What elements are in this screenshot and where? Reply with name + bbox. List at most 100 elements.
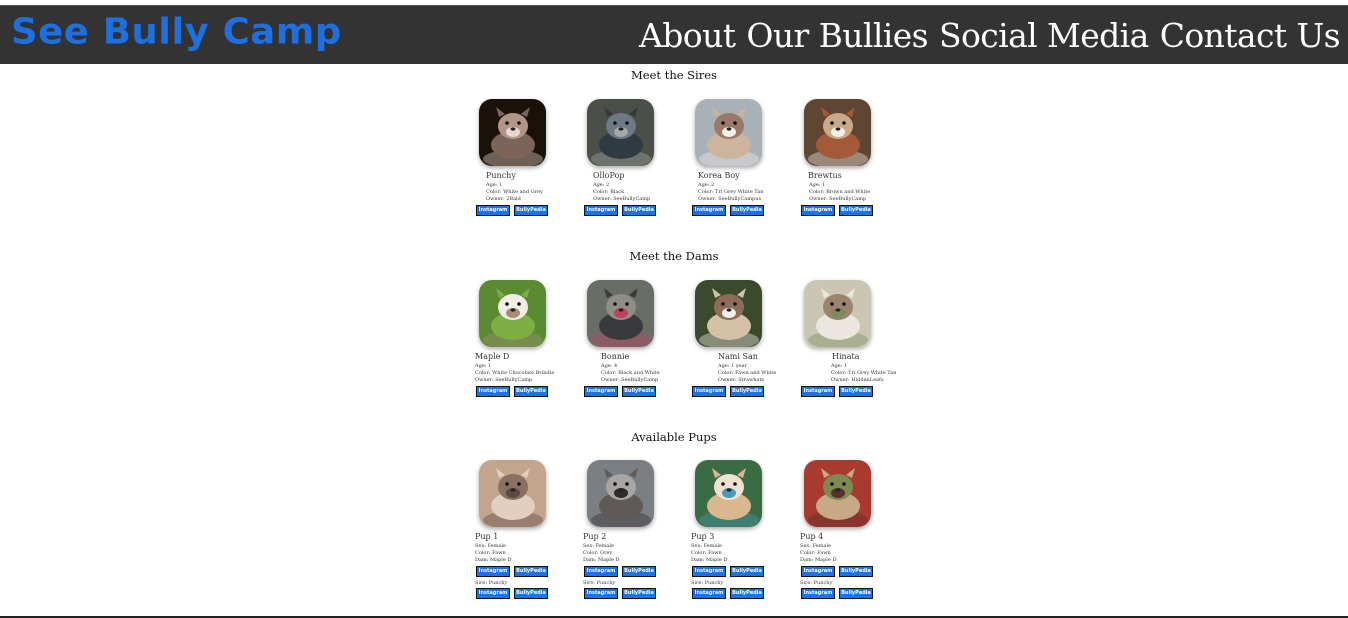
instagram-button[interactable]: Instagram (584, 386, 618, 397)
detail-line: Age: 1 (475, 363, 492, 369)
detail-line: Sex: Female (800, 543, 831, 549)
detail-line: Color: Fawn (475, 550, 506, 557)
bullypedia-button[interactable]: BullyPedia (622, 205, 656, 216)
instagram-button[interactable]: Instagram (692, 588, 726, 599)
detail-line: Owner: Strawhats (718, 377, 765, 384)
dog-photo (804, 99, 871, 166)
dog-name: Nami San (718, 352, 758, 361)
dog-photo (587, 460, 654, 527)
bullypedia-button[interactable]: BullyPedia (622, 386, 656, 397)
nav-social-media[interactable]: Social Media (939, 16, 1149, 56)
instagram-button[interactable]: Instagram (801, 566, 835, 577)
dog-photo (587, 99, 654, 166)
bullypedia-button[interactable]: BullyPedia (622, 566, 656, 577)
bullypedia-button[interactable]: BullyPedia (730, 588, 764, 599)
detail-line: Age: 1 year (718, 363, 747, 369)
dog-name: Bonnie (601, 352, 630, 361)
instagram-button[interactable]: Instagram (476, 566, 510, 577)
dog-name: OlloPop (593, 171, 625, 180)
dog-details: Sex: Female Color: Fawn Dam: Maple D (800, 543, 836, 565)
detail-line: Age: 2 (698, 182, 715, 188)
detail-line: Dam: Maple D (800, 557, 837, 564)
dog-details: Age: 1 Color: White and Grey Owner: 2Baid (486, 182, 543, 204)
dog-name: Brewtus (808, 171, 842, 180)
detail-line: Owner: SeeBullyCampus (698, 196, 762, 203)
nav-contact-us[interactable]: Contact Us (1160, 16, 1341, 56)
instagram-button[interactable]: Instagram (476, 588, 510, 599)
bullypedia-button[interactable]: BullyPedia (730, 566, 764, 577)
detail-line: Color: Fawn (691, 550, 722, 557)
bullypedia-button[interactable]: BullyPedia (514, 386, 548, 397)
detail-line: Color: Brown and White (809, 189, 871, 196)
instagram-button[interactable]: Instagram (692, 566, 726, 577)
dog-photo (695, 460, 762, 527)
nav-about[interactable]: About (639, 16, 736, 56)
bullypedia-button[interactable]: BullyPedia (730, 386, 764, 397)
detail-line: Color: Tri Grey White Tan (698, 189, 764, 196)
dog-photo (479, 460, 546, 527)
detail-line: Sex: Female (475, 543, 506, 549)
instagram-button[interactable]: Instagram (801, 386, 835, 397)
site-header: See Bully Camp About Our Bullies Social … (0, 5, 1348, 64)
detail-line: Dam: Maple D (691, 557, 728, 564)
dog-details: Age: 4 Color: Black and White Owner: SeeBu… (601, 363, 660, 385)
bullypedia-button[interactable]: BullyPedia (839, 386, 873, 397)
pup-sire: Sire: Punchy (475, 580, 508, 586)
dog-name: Punchy (486, 171, 516, 180)
dog-photo (479, 280, 546, 347)
instagram-button[interactable]: Instagram (584, 205, 618, 216)
instagram-button[interactable]: Instagram (692, 386, 726, 397)
detail-line: Age: 4 (601, 363, 618, 369)
detail-line: Age: 1 (486, 182, 503, 188)
instagram-button[interactable]: Instagram (476, 386, 510, 397)
detail-line: Sex: Female (691, 543, 722, 549)
detail-line: Color: Black and White (601, 370, 660, 377)
dog-details: Sex: Female Color: Fawn Dam: Maple D (475, 543, 511, 565)
nav-our-bullies[interactable]: Our Bullies (746, 16, 928, 56)
pups-title: Available Pups (631, 430, 717, 444)
bullypedia-button[interactable]: BullyPedia (514, 588, 548, 599)
bullypedia-button[interactable]: BullyPedia (514, 566, 548, 577)
dog-name: Hinata (832, 352, 860, 361)
site-logo[interactable]: See Bully Camp (11, 11, 342, 52)
dog-photo (804, 280, 871, 347)
instagram-button[interactable]: Instagram (476, 205, 510, 216)
detail-line: Owner: SeeBullyCamp (593, 196, 651, 203)
dog-photo (804, 460, 871, 527)
detail-line: Owner: SeeBullyCamp (601, 377, 659, 384)
detail-line: Color: White Chocolate Brindle (475, 370, 555, 377)
bullypedia-button[interactable]: BullyPedia (839, 566, 873, 577)
detail-line: Dam: Maple D (583, 557, 620, 564)
detail-line: Color: Black (593, 189, 625, 196)
dog-name: Pup 2 (583, 532, 607, 541)
detail-line: Color: Grey (583, 550, 613, 557)
instagram-button[interactable]: Instagram (801, 205, 835, 216)
bullypedia-button[interactable]: BullyPedia (839, 205, 873, 216)
detail-line: Dam: Maple D (475, 557, 512, 564)
detail-line: Color: Tri Grey White Tan (831, 370, 897, 377)
bullypedia-button[interactable]: BullyPedia (839, 588, 873, 599)
instagram-button[interactable]: Instagram (801, 588, 835, 599)
dog-photo (695, 99, 762, 166)
instagram-button[interactable]: Instagram (692, 205, 726, 216)
detail-line: Age: 1 (831, 363, 848, 369)
instagram-button[interactable]: Instagram (584, 588, 618, 599)
pup-sire: Sire: Punchy (800, 580, 833, 586)
bullypedia-button[interactable]: BullyPedia (622, 588, 656, 599)
bullypedia-button[interactable]: BullyPedia (730, 205, 764, 216)
dog-photo (695, 280, 762, 347)
dog-name: Korea Boy (698, 171, 740, 180)
detail-line: Age: 1 (809, 182, 826, 188)
dog-name: Pup 1 (475, 532, 499, 541)
detail-line: Color: White and Grey (486, 189, 543, 196)
bullypedia-button[interactable]: BullyPedia (514, 205, 548, 216)
detail-line: Owner: SeeBullyCamp (475, 377, 533, 384)
dog-details: Sex: Female Color: Grey Dam: Maple D (583, 543, 619, 565)
detail-line: Owner: 2Baid (486, 196, 521, 203)
main-nav: About Our Bullies Social Media Contact U… (639, 16, 1341, 56)
instagram-button[interactable]: Instagram (584, 566, 618, 577)
dog-details: Sex: Female Color: Fawn Dam: Maple D (691, 543, 727, 565)
dog-details: Age: 1 Color: White Chocolate Brindle Owne… (475, 363, 554, 385)
detail-line: Owner: HiddenLeafs (831, 377, 884, 384)
dog-details: Age: 2 Color: Tri Grey White Tan Owner: Se… (698, 182, 763, 204)
